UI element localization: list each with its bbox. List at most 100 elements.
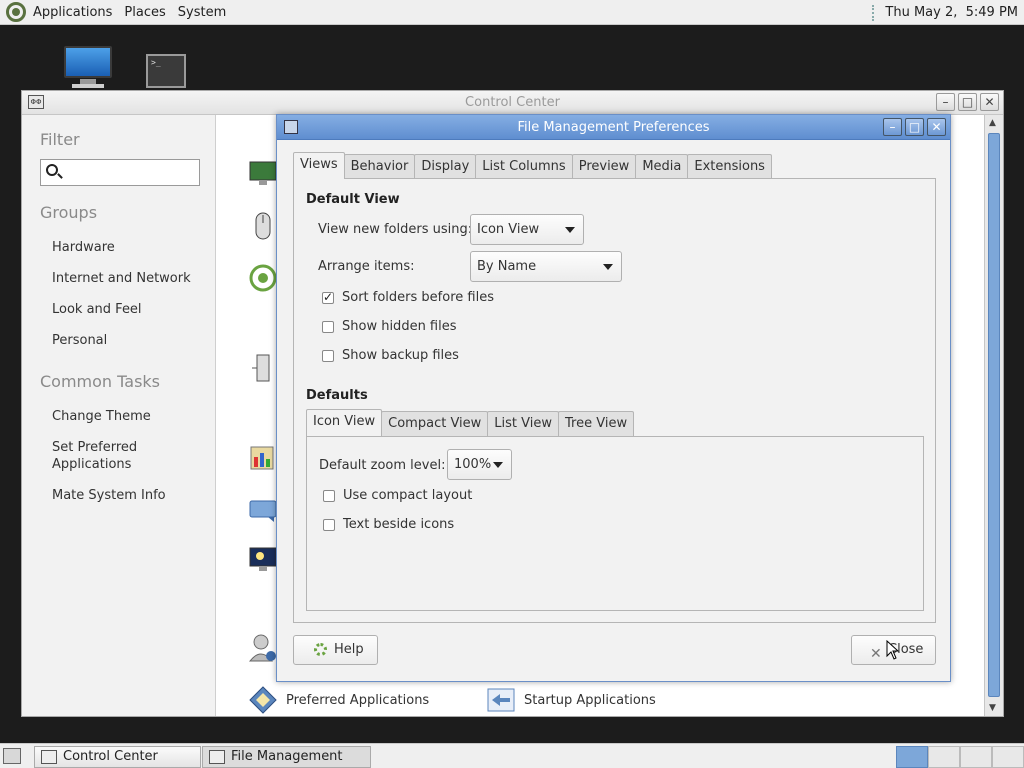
- preferred-applications-icon[interactable]: [248, 685, 278, 715]
- chevron-down-icon: [565, 227, 575, 233]
- control-center-title: Control Center: [465, 95, 560, 110]
- icon-view-sub-panel: Default zoom level: 100% Use compact lay…: [306, 436, 924, 611]
- chevron-down-icon: [493, 462, 503, 468]
- group-internet-network[interactable]: Internet and Network: [52, 270, 191, 287]
- text-beside-icons-label[interactable]: Text beside icons: [343, 517, 454, 532]
- workspace-4[interactable]: [992, 746, 1024, 768]
- zoom-level-value: 100%: [454, 457, 492, 472]
- show-desktop-icon[interactable]: [3, 748, 21, 764]
- views-tab-panel: Default View View new folders using: Ico…: [293, 178, 936, 623]
- top-panel: Applications Places System Thu May 2, 5:…: [0, 0, 1024, 25]
- file-management-task-icon: [209, 750, 225, 764]
- dialog-close-window-button[interactable]: ✕: [927, 118, 946, 136]
- tab-extensions[interactable]: Extensions: [687, 154, 772, 179]
- dialog-titlebar[interactable]: File Management Preferences – □ ✕: [277, 115, 950, 140]
- close-window-button[interactable]: ✕: [980, 93, 999, 111]
- taskbar-file-management-label: File Management Pr...: [231, 749, 343, 764]
- taskbar-control-center-label: Control Center: [63, 749, 158, 764]
- taskbar-control-center[interactable]: Control Center: [34, 746, 201, 768]
- workspace-2[interactable]: [928, 746, 960, 768]
- show-hidden-files-checkbox[interactable]: [322, 321, 334, 333]
- display-icon[interactable]: [248, 159, 278, 189]
- help-icon: [314, 643, 327, 656]
- tab-behavior[interactable]: Behavior: [343, 154, 416, 179]
- appearance-icon[interactable]: [248, 443, 278, 473]
- sort-folders-label[interactable]: Sort folders before files: [342, 290, 494, 305]
- workspace-switcher: [896, 746, 1024, 768]
- about-me-icon[interactable]: [248, 633, 278, 663]
- popup-notifications-icon[interactable]: [248, 495, 278, 525]
- compact-layout-checkbox[interactable]: [323, 490, 335, 502]
- file-management-preferences-dialog: File Management Preferences – □ ✕ Views …: [276, 114, 951, 682]
- text-beside-icons-checkbox[interactable]: [323, 519, 335, 531]
- control-center-scrollbar[interactable]: ▲ ▼: [984, 115, 1003, 716]
- sub-tab-icon-view[interactable]: Icon View: [306, 409, 383, 436]
- help-button[interactable]: Help: [293, 635, 378, 665]
- zoom-level-combo[interactable]: 100%: [447, 449, 512, 480]
- bottom-panel: Control Center File Management Pr...: [0, 743, 1024, 768]
- startup-applications-icon[interactable]: [486, 685, 516, 715]
- places-menu[interactable]: Places: [124, 5, 165, 20]
- group-hardware[interactable]: Hardware: [52, 239, 115, 256]
- maximize-button[interactable]: □: [958, 93, 977, 111]
- tab-views[interactable]: Views: [293, 152, 345, 179]
- view-new-folders-combo[interactable]: Icon View: [470, 214, 584, 245]
- task-change-theme[interactable]: Change Theme: [52, 408, 151, 425]
- screensaver-icon[interactable]: [248, 545, 278, 575]
- tab-preview[interactable]: Preview: [571, 154, 637, 179]
- close-icon: ✕: [870, 646, 882, 662]
- dialog-title: File Management Preferences: [517, 120, 710, 135]
- tab-display[interactable]: Display: [414, 154, 477, 179]
- minimize-button[interactable]: –: [936, 93, 955, 111]
- preferred-applications-label[interactable]: Preferred Applications: [286, 693, 429, 708]
- sub-tab-compact-view[interactable]: Compact View: [381, 411, 489, 436]
- filter-heading: Filter: [40, 130, 80, 149]
- main-menu-bar: Applications Places System: [0, 0, 238, 25]
- task-mate-system-info[interactable]: Mate System Info: [52, 487, 166, 504]
- show-backup-files-label[interactable]: Show backup files: [342, 348, 459, 363]
- mouse-cursor-icon: [886, 640, 900, 660]
- show-backup-files-checkbox[interactable]: [322, 350, 334, 362]
- workspace-3[interactable]: [960, 746, 992, 768]
- preferences-tabs: Views Behavior Display List Columns Prev…: [293, 152, 772, 179]
- sort-folders-checkbox[interactable]: [322, 290, 334, 304]
- control-center-sidebar: Filter Groups Hardware Internet and Netw…: [22, 115, 215, 716]
- scrollbar-thumb[interactable]: [988, 133, 1000, 697]
- chevron-down-icon: [603, 264, 613, 270]
- common-tasks-heading: Common Tasks: [40, 372, 161, 391]
- startup-applications-label[interactable]: Startup Applications: [524, 693, 656, 708]
- default-view-heading: Default View: [306, 192, 400, 207]
- computer-desktop-icon[interactable]: [62, 44, 114, 90]
- group-look-and-feel[interactable]: Look and Feel: [52, 301, 142, 318]
- groups-heading: Groups: [40, 203, 98, 222]
- group-personal[interactable]: Personal: [52, 332, 107, 349]
- search-icon: [46, 164, 58, 176]
- dialog-minimize-button[interactable]: –: [883, 118, 902, 136]
- applications-menu[interactable]: Applications: [33, 5, 112, 20]
- filter-input[interactable]: [40, 159, 200, 186]
- system-menu[interactable]: System: [178, 5, 226, 20]
- control-center-task-icon: [41, 750, 57, 764]
- panel-separator: [872, 4, 875, 21]
- taskbar-file-management[interactable]: File Management Pr...: [202, 746, 371, 768]
- control-center-titlebar[interactable]: ΦΦ Control Center – □ ✕: [22, 91, 1003, 115]
- arrange-items-combo[interactable]: By Name: [470, 251, 622, 282]
- sub-tab-tree-view[interactable]: Tree View: [558, 411, 635, 436]
- network-proxy-icon[interactable]: [248, 263, 278, 293]
- tab-media[interactable]: Media: [635, 154, 689, 179]
- show-hidden-files-label[interactable]: Show hidden files: [342, 319, 457, 334]
- terminal-desktop-icon[interactable]: >_: [146, 54, 186, 88]
- compact-layout-label[interactable]: Use compact layout: [343, 488, 472, 503]
- arrange-items-value: By Name: [477, 259, 537, 274]
- clock[interactable]: Thu May 2, 5:49 PM: [885, 5, 1018, 20]
- workspace-1[interactable]: [896, 746, 928, 768]
- hardware-info-icon[interactable]: [248, 353, 278, 383]
- mouse-icon[interactable]: [248, 211, 278, 241]
- mate-logo-icon[interactable]: [6, 2, 26, 22]
- dialog-maximize-button[interactable]: □: [905, 118, 924, 136]
- tab-list-columns[interactable]: List Columns: [475, 154, 573, 179]
- clock-area: Thu May 2, 5:49 PM: [872, 0, 1018, 25]
- arrange-items-label: Arrange items:: [318, 259, 415, 274]
- sub-tab-list-view[interactable]: List View: [487, 411, 560, 436]
- task-set-preferred-applications[interactable]: Set Preferred Applications: [52, 439, 137, 473]
